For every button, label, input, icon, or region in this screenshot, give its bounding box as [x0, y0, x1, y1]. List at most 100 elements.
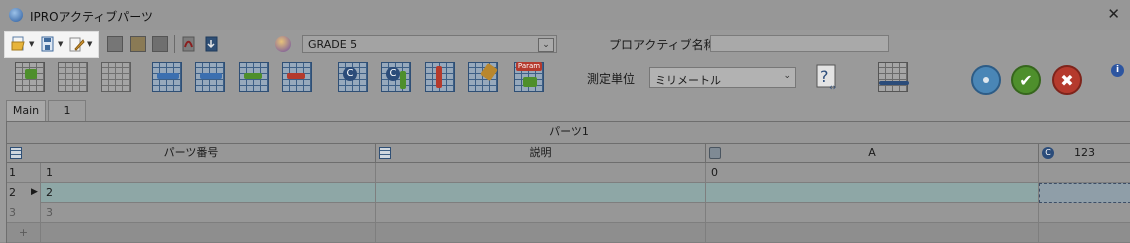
column-width-icon[interactable] — [878, 62, 909, 92]
new-row-marker: + — [7, 223, 41, 243]
grade-select-value: GRADE 5 — [308, 38, 358, 51]
c123-cell[interactable] — [1039, 223, 1130, 243]
table-row[interactable]: 1 1 0 — [7, 163, 1130, 183]
a-cell[interactable] — [706, 183, 1039, 203]
help-query-icon[interactable]: ? ‹› — [814, 62, 844, 93]
description-cell[interactable] — [376, 223, 706, 243]
column-header-a[interactable]: A — [706, 144, 1039, 163]
row-number: 2 ▶ — [7, 183, 41, 203]
check-icon: ✔ — [1019, 71, 1033, 90]
delete-row-icon[interactable] — [282, 62, 312, 92]
row-number: 1 — [7, 163, 41, 183]
part-name-input[interactable] — [710, 35, 889, 52]
unit-select[interactable]: ミリメートル ⌄ — [649, 67, 796, 88]
grade-select[interactable]: GRADE 5 ⌄ — [302, 35, 557, 53]
description-cell[interactable] — [376, 163, 706, 183]
chevron-down-icon[interactable]: ⌄ — [783, 71, 791, 81]
c123-cell[interactable] — [1039, 203, 1130, 223]
description-cell[interactable] — [376, 203, 706, 223]
ok-button[interactable]: ✔ — [1011, 65, 1041, 95]
a-cell[interactable] — [706, 223, 1039, 243]
pencil-icon — [480, 62, 498, 82]
row-arrow-icon — [157, 73, 179, 79]
a-cell[interactable]: 0 — [706, 163, 1039, 183]
part-number-cell[interactable]: 3 — [41, 203, 376, 223]
insert-row-below-icon[interactable] — [152, 62, 182, 92]
column-header-description[interactable]: 説明 — [376, 144, 706, 163]
svg-text:‹›: ‹› — [829, 83, 836, 92]
delete-table-icon[interactable] — [101, 62, 131, 92]
add-row-icon[interactable] — [239, 62, 269, 92]
insert-row-above-icon[interactable] — [195, 62, 225, 92]
settings-column-icon — [709, 147, 721, 159]
row-arrow-icon — [200, 73, 222, 79]
add-table-icon[interactable] — [15, 62, 45, 92]
title-bar: IPROアクティブパーツ ✕ — [0, 0, 1130, 30]
description-cell[interactable] — [376, 183, 706, 203]
open-dropdown-arrow[interactable]: ▼ — [29, 40, 34, 48]
column-header-label: パーツ番号 — [163, 146, 219, 159]
unit-select-value: ミリメートル — [655, 74, 721, 87]
edit-pencil-icon[interactable] — [69, 36, 85, 52]
new-row[interactable]: + — [7, 223, 1130, 243]
stop-button[interactable] — [971, 65, 1001, 95]
column-header-part-number[interactable]: パーツ番号 — [7, 144, 376, 163]
svg-text:?: ? — [820, 67, 829, 86]
app-logo-icon — [9, 8, 23, 22]
image-import-icon[interactable] — [130, 36, 146, 52]
table-row[interactable]: 3 3 — [7, 203, 1130, 223]
table-row-selected[interactable]: 2 ▶ 2 — [7, 183, 1130, 203]
chevron-down-icon[interactable]: ⌄ — [538, 38, 554, 52]
part-number-cell[interactable]: 2 — [41, 183, 376, 203]
param-label: Param — [516, 62, 542, 71]
image-export-icon[interactable] — [152, 36, 168, 52]
stop-icon — [983, 77, 989, 83]
param-arrow-icon — [523, 77, 537, 87]
row-number-label: 2 — [9, 186, 16, 199]
c123-cell[interactable] — [1039, 163, 1130, 183]
delete-column-arrow-icon — [436, 66, 442, 88]
row-number: 3 — [7, 203, 41, 223]
insert-column-c-icon[interactable]: C — [381, 62, 411, 92]
close-button[interactable]: ✕ — [1107, 5, 1120, 23]
column-header-label: A — [868, 146, 876, 159]
camera-icon[interactable] — [107, 36, 123, 52]
add-badge-icon — [25, 69, 37, 79]
document-download-icon[interactable] — [204, 36, 220, 52]
a-cell[interactable] — [706, 203, 1039, 223]
c-badge-icon: C — [343, 67, 357, 81]
unit-label: 測定単位 — [587, 72, 636, 86]
info-icon[interactable]: i — [1111, 64, 1124, 77]
edit-dropdown-arrow[interactable]: ▼ — [87, 40, 92, 48]
top-toolbar: ▼ ▼ ▼ — [0, 30, 1130, 58]
c123-cell-focused[interactable] — [1039, 183, 1130, 203]
add-column-c-icon[interactable]: C — [338, 62, 368, 92]
c-column-icon: C — [1042, 147, 1054, 159]
tab-main[interactable]: Main — [6, 100, 46, 121]
delete-row-arrow-icon — [287, 73, 305, 79]
file-button-group: ▼ ▼ ▼ — [4, 31, 99, 58]
pdf-export-icon[interactable] — [181, 36, 197, 52]
table-icon — [379, 147, 391, 159]
parts-table: パーツ1 パーツ番号 説明 A C 123 1 1 0 2 ▶ 2 3 3 + — [6, 121, 1130, 243]
open-file-icon[interactable] — [11, 36, 27, 52]
save-dropdown-arrow[interactable]: ▼ — [58, 40, 63, 48]
delete-column-icon[interactable] — [425, 62, 455, 92]
tab-1[interactable]: 1 — [48, 100, 86, 121]
part-name-label: プロアクティブ名称 — [609, 38, 716, 52]
group-header: パーツ1 — [7, 122, 1130, 144]
part-number-cell[interactable] — [41, 223, 376, 243]
cancel-button[interactable]: ✖ — [1052, 65, 1082, 95]
part-number-cell[interactable]: 1 — [41, 163, 376, 183]
grade-icon — [275, 36, 291, 52]
x-icon: ✖ — [1060, 71, 1074, 90]
add-row-arrow-icon — [244, 73, 262, 79]
insert-arrow-icon — [400, 71, 406, 89]
copy-table-icon[interactable] — [58, 62, 88, 92]
edit-column-icon[interactable] — [468, 62, 498, 92]
column-header-label: 説明 — [529, 146, 552, 159]
save-file-icon[interactable] — [40, 36, 56, 52]
column-header-123[interactable]: C 123 — [1039, 144, 1130, 163]
column-header-label: 123 — [1074, 146, 1095, 159]
param-icon[interactable]: Param — [514, 62, 544, 92]
